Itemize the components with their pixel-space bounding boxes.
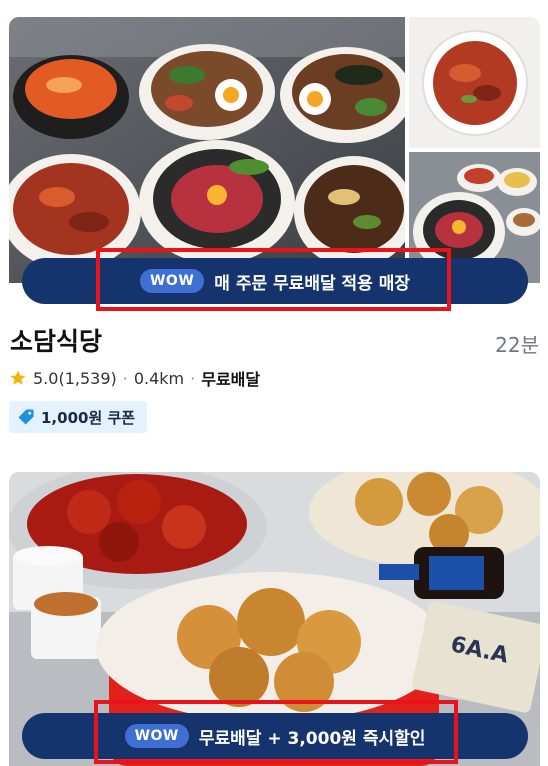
meta-separator: · (122, 368, 128, 388)
coupon-badge[interactable]: 1,000원 쿠폰 (9, 401, 148, 433)
store-side-photo-top[interactable] (409, 17, 540, 148)
meta-separator: · (190, 368, 196, 388)
wow-promo-text: 무료배달 + 3,000원 즉시할인 (198, 728, 426, 749)
wow-badge: WOW (139, 269, 205, 293)
store-card-images[interactable] (9, 17, 540, 292)
wow-badge: WOW (124, 724, 189, 748)
store-meta-row: 5.0(1,539) · 0.4km · 무료배달 (9, 366, 260, 390)
store-main-photo[interactable] (9, 17, 405, 283)
wow-promo-banner[interactable]: WOW 무료배달 + 3,000원 즉시할인 (22, 713, 528, 759)
wow-promo-banner[interactable]: WOW 매 주문 무료배달 적용 매장 (22, 258, 528, 304)
spicy-pork-bowl-image (409, 17, 540, 148)
wow-promo-text: 매 주문 무료배달 적용 매장 (214, 273, 410, 294)
star-icon (10, 370, 26, 385)
store-distance: 0.4km (133, 368, 185, 388)
delivery-fee-label: 무료배달 (201, 370, 261, 389)
store-list-screen: WOW 매 주문 무료배달 적용 매장 소담식당 22분 5.0(1,539) … (0, 0, 548, 766)
tag-icon (18, 409, 34, 425)
coupon-text: 1,000원 쿠폰 (41, 408, 136, 427)
korean-food-spread-image (9, 17, 405, 283)
delivery-time: 22분 (495, 333, 539, 357)
store-rating: 5.0(1,539) (33, 368, 117, 388)
store-name[interactable]: 소담식당 (10, 322, 102, 358)
